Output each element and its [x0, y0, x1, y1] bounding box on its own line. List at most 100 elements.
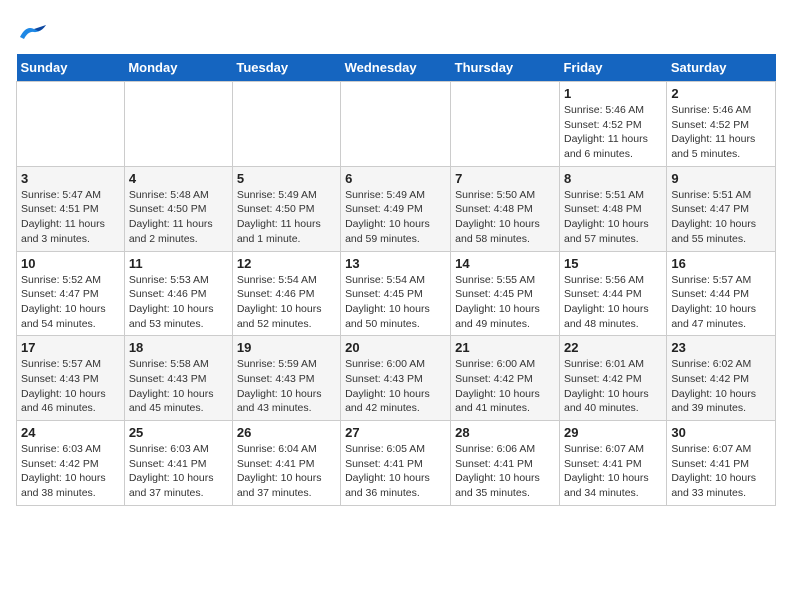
day-number: 17	[21, 340, 120, 355]
calendar-table: SundayMondayTuesdayWednesdayThursdayFrid…	[16, 54, 776, 506]
day-number: 14	[455, 256, 555, 271]
day-info: Sunrise: 5:52 AM Sunset: 4:47 PM Dayligh…	[21, 273, 120, 332]
day-number: 28	[455, 425, 555, 440]
day-number: 30	[671, 425, 771, 440]
week-row-2: 3Sunrise: 5:47 AM Sunset: 4:51 PM Daylig…	[17, 166, 776, 251]
day-info: Sunrise: 6:07 AM Sunset: 4:41 PM Dayligh…	[671, 442, 771, 501]
calendar-cell: 9 Sunrise: 5:51 AM Sunset: 4:47 PM Daylig…	[667, 166, 776, 251]
day-number: 26	[237, 425, 336, 440]
calendar-cell: 8 Sunrise: 5:51 AM Sunset: 4:48 PM Daylig…	[559, 166, 666, 251]
logo	[16, 16, 46, 42]
day-number: 5	[237, 171, 336, 186]
calendar-cell: 14Sunrise: 5:55 AM Sunset: 4:45 PM Dayli…	[451, 251, 560, 336]
calendar-cell: 15 Sunrise: 5:56 AM Sunset: 4:44 PM Dayli…	[559, 251, 666, 336]
calendar-cell: 2Sunrise: 5:46 AM Sunset: 4:52 PM Daylig…	[667, 82, 776, 167]
day-number: 15	[564, 256, 662, 271]
calendar-cell: 30 Sunrise: 6:07 AM Sunset: 4:41 PM Dayli…	[667, 421, 776, 506]
calendar-cell: 6 Sunrise: 5:49 AM Sunset: 4:49 PM Daylig…	[341, 166, 451, 251]
calendar-cell: 7 Sunrise: 5:50 AM Sunset: 4:48 PM Daylig…	[451, 166, 560, 251]
day-info: Sunrise: 5:51 AM Sunset: 4:47 PM Dayligh…	[671, 188, 771, 247]
day-info: Sunrise: 5:46 AM Sunset: 4:52 PM Dayligh…	[671, 103, 771, 162]
calendar-cell	[17, 82, 125, 167]
calendar-cell: 1 Sunrise: 5:46 AM Sunset: 4:52 PM Daylig…	[559, 82, 666, 167]
calendar-cell: 22Sunrise: 6:01 AM Sunset: 4:42 PM Dayli…	[559, 336, 666, 421]
col-header-friday: Friday	[559, 54, 666, 82]
logo-bird-icon	[18, 23, 46, 41]
calendar-cell: 26 Sunrise: 6:04 AM Sunset: 4:41 PM Dayli…	[232, 421, 340, 506]
calendar-cell: 24 Sunrise: 6:03 AM Sunset: 4:42 PM Dayli…	[17, 421, 125, 506]
calendar-cell: 17 Sunrise: 5:57 AM Sunset: 4:43 PM Dayli…	[17, 336, 125, 421]
day-number: 1	[564, 86, 662, 101]
calendar-cell: 29 Sunrise: 6:07 AM Sunset: 4:41 PM Dayli…	[559, 421, 666, 506]
calendar-cell: 4 Sunrise: 5:48 AM Sunset: 4:50 PM Daylig…	[124, 166, 232, 251]
day-number: 7	[455, 171, 555, 186]
calendar-cell: 12 Sunrise: 5:54 AM Sunset: 4:46 PM Dayli…	[232, 251, 340, 336]
day-info: Sunrise: 5:53 AM Sunset: 4:46 PM Dayligh…	[129, 273, 228, 332]
day-info: Sunrise: 6:02 AM Sunset: 4:42 PM Dayligh…	[671, 357, 771, 416]
calendar-cell: 11 Sunrise: 5:53 AM Sunset: 4:46 PM Dayli…	[124, 251, 232, 336]
day-info: Sunrise: 5:57 AM Sunset: 4:43 PM Dayligh…	[21, 357, 120, 416]
col-header-monday: Monday	[124, 54, 232, 82]
day-info: Sunrise: 6:00 AM Sunset: 4:43 PM Dayligh…	[345, 357, 446, 416]
day-info: Sunrise: 6:00 AM Sunset: 4:42 PM Dayligh…	[455, 357, 555, 416]
day-number: 9	[671, 171, 771, 186]
day-info: Sunrise: 5:59 AM Sunset: 4:43 PM Dayligh…	[237, 357, 336, 416]
col-header-sunday: Sunday	[17, 54, 125, 82]
day-number: 29	[564, 425, 662, 440]
day-number: 24	[21, 425, 120, 440]
day-number: 21	[455, 340, 555, 355]
calendar-cell: 21 Sunrise: 6:00 AM Sunset: 4:42 PM Dayli…	[451, 336, 560, 421]
calendar-cell	[341, 82, 451, 167]
day-number: 6	[345, 171, 446, 186]
week-row-5: 24 Sunrise: 6:03 AM Sunset: 4:42 PM Dayli…	[17, 421, 776, 506]
calendar-cell	[451, 82, 560, 167]
calendar-cell: 10 Sunrise: 5:52 AM Sunset: 4:47 PM Dayli…	[17, 251, 125, 336]
calendar-cell: 23 Sunrise: 6:02 AM Sunset: 4:42 PM Dayli…	[667, 336, 776, 421]
day-number: 12	[237, 256, 336, 271]
day-info: Sunrise: 6:06 AM Sunset: 4:41 PM Dayligh…	[455, 442, 555, 501]
day-info: Sunrise: 5:56 AM Sunset: 4:44 PM Dayligh…	[564, 273, 662, 332]
day-info: Sunrise: 6:07 AM Sunset: 4:41 PM Dayligh…	[564, 442, 662, 501]
day-info: Sunrise: 6:04 AM Sunset: 4:41 PM Dayligh…	[237, 442, 336, 501]
calendar-cell: 28 Sunrise: 6:06 AM Sunset: 4:41 PM Dayli…	[451, 421, 560, 506]
day-info: Sunrise: 5:49 AM Sunset: 4:49 PM Dayligh…	[345, 188, 446, 247]
day-info: Sunrise: 5:51 AM Sunset: 4:48 PM Dayligh…	[564, 188, 662, 247]
day-info: Sunrise: 5:50 AM Sunset: 4:48 PM Dayligh…	[455, 188, 555, 247]
day-info: Sunrise: 5:54 AM Sunset: 4:46 PM Dayligh…	[237, 273, 336, 332]
day-number: 18	[129, 340, 228, 355]
calendar-cell	[232, 82, 340, 167]
calendar-cell: 27Sunrise: 6:05 AM Sunset: 4:41 PM Dayli…	[341, 421, 451, 506]
day-number: 19	[237, 340, 336, 355]
calendar-cell: 5 Sunrise: 5:49 AM Sunset: 4:50 PM Daylig…	[232, 166, 340, 251]
day-info: Sunrise: 5:57 AM Sunset: 4:44 PM Dayligh…	[671, 273, 771, 332]
day-info: Sunrise: 6:01 AM Sunset: 4:42 PM Dayligh…	[564, 357, 662, 416]
day-number: 10	[21, 256, 120, 271]
week-row-3: 10 Sunrise: 5:52 AM Sunset: 4:47 PM Dayli…	[17, 251, 776, 336]
calendar-cell: 13Sunrise: 5:54 AM Sunset: 4:45 PM Dayli…	[341, 251, 451, 336]
calendar-cell: 16Sunrise: 5:57 AM Sunset: 4:44 PM Dayli…	[667, 251, 776, 336]
day-number: 23	[671, 340, 771, 355]
day-info: Sunrise: 6:05 AM Sunset: 4:41 PM Dayligh…	[345, 442, 446, 501]
day-number: 8	[564, 171, 662, 186]
day-info: Sunrise: 5:48 AM Sunset: 4:50 PM Dayligh…	[129, 188, 228, 247]
day-info: Sunrise: 6:03 AM Sunset: 4:41 PM Dayligh…	[129, 442, 228, 501]
day-number: 4	[129, 171, 228, 186]
day-info: Sunrise: 5:47 AM Sunset: 4:51 PM Dayligh…	[21, 188, 120, 247]
day-number: 11	[129, 256, 228, 271]
day-number: 25	[129, 425, 228, 440]
col-header-wednesday: Wednesday	[341, 54, 451, 82]
calendar-cell: 25 Sunrise: 6:03 AM Sunset: 4:41 PM Dayli…	[124, 421, 232, 506]
col-header-tuesday: Tuesday	[232, 54, 340, 82]
day-info: Sunrise: 5:46 AM Sunset: 4:52 PM Dayligh…	[564, 103, 662, 162]
calendar-cell: 20 Sunrise: 6:00 AM Sunset: 4:43 PM Dayli…	[341, 336, 451, 421]
week-row-1: 1 Sunrise: 5:46 AM Sunset: 4:52 PM Daylig…	[17, 82, 776, 167]
calendar-cell: 18Sunrise: 5:58 AM Sunset: 4:43 PM Dayli…	[124, 336, 232, 421]
day-number: 20	[345, 340, 446, 355]
day-info: Sunrise: 5:49 AM Sunset: 4:50 PM Dayligh…	[237, 188, 336, 247]
page-header	[16, 16, 776, 42]
calendar-cell	[124, 82, 232, 167]
calendar-cell: 19 Sunrise: 5:59 AM Sunset: 4:43 PM Dayli…	[232, 336, 340, 421]
day-info: Sunrise: 6:03 AM Sunset: 4:42 PM Dayligh…	[21, 442, 120, 501]
col-header-saturday: Saturday	[667, 54, 776, 82]
day-info: Sunrise: 5:54 AM Sunset: 4:45 PM Dayligh…	[345, 273, 446, 332]
